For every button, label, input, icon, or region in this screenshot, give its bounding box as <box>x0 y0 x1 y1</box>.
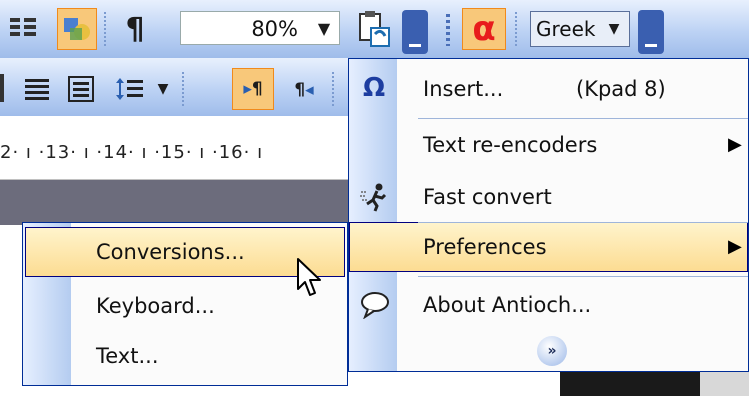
separator <box>104 12 106 46</box>
submenu-arrow-icon: ▶ <box>728 236 742 257</box>
menu-item-label[interactable]: Preferences <box>423 222 547 272</box>
toolbar-handle[interactable] <box>400 6 430 56</box>
document-area <box>560 368 700 396</box>
separator <box>515 12 517 46</box>
document-gap <box>0 180 348 225</box>
menu-item-shortcut: (Kpad 8) <box>576 77 666 101</box>
submenu-item-label[interactable]: Conversions... <box>96 228 245 276</box>
submenu-item-label[interactable]: Keyboard... <box>96 282 215 330</box>
speech-bubble-icon <box>357 288 393 322</box>
menu-item-label[interactable]: Text re-encoders <box>423 120 597 170</box>
align-partial-icon[interactable] <box>0 74 4 102</box>
drawing-icon[interactable] <box>57 8 97 50</box>
greek-label[interactable]: Greek <box>536 14 600 44</box>
omega-icon: Ω <box>362 73 386 103</box>
distribute-icon[interactable] <box>64 72 98 106</box>
rtl-paragraph-icon[interactable]: ¶ ◂ <box>284 70 324 110</box>
document-area-edge <box>700 368 749 396</box>
menu-item-insert[interactable]: Ω <box>349 64 748 114</box>
menu-item-label[interactable]: Insert... <box>423 64 503 114</box>
chevron-down-icon[interactable]: ▼ <box>152 72 174 106</box>
menu-separator <box>418 276 748 277</box>
clipboard-icon[interactable] <box>354 8 394 50</box>
runner-icon <box>357 180 393 214</box>
mouse-cursor-icon <box>296 257 330 301</box>
separator <box>182 72 184 106</box>
columns-icon[interactable] <box>6 12 40 46</box>
grip[interactable] <box>446 14 450 46</box>
chevron-down-icon[interactable]: ▼ <box>310 12 338 44</box>
ruler-numbers: 2· ı ·13· ı ·14· ı ·15· ı ·16· ı <box>0 142 264 163</box>
menu-item-preferences[interactable] <box>349 222 748 272</box>
chevron-down-icon[interactable]: ▼ <box>602 14 626 44</box>
menu-separator <box>418 118 748 119</box>
expand-menu-icon[interactable]: » <box>537 336 567 366</box>
menu-item-label[interactable]: About Antioch... <box>423 280 591 330</box>
justify-icon[interactable] <box>20 72 54 106</box>
line-spacing-icon[interactable] <box>110 72 150 106</box>
alpha-icon[interactable]: α <box>462 8 506 50</box>
toolbar-handle[interactable] <box>636 6 666 56</box>
zoom-value[interactable]: 80% <box>188 14 298 44</box>
submenu-item-label[interactable]: Text... <box>96 332 159 380</box>
submenu-item-text[interactable] <box>23 332 347 380</box>
submenu-arrow-icon: ▶ <box>728 134 742 155</box>
pilcrow-icon[interactable]: ¶ <box>118 10 152 48</box>
separator <box>332 72 334 106</box>
ltr-paragraph-icon[interactable]: ▸ ¶ <box>232 68 274 110</box>
menu-item-label[interactable]: Fast convert <box>423 172 552 222</box>
